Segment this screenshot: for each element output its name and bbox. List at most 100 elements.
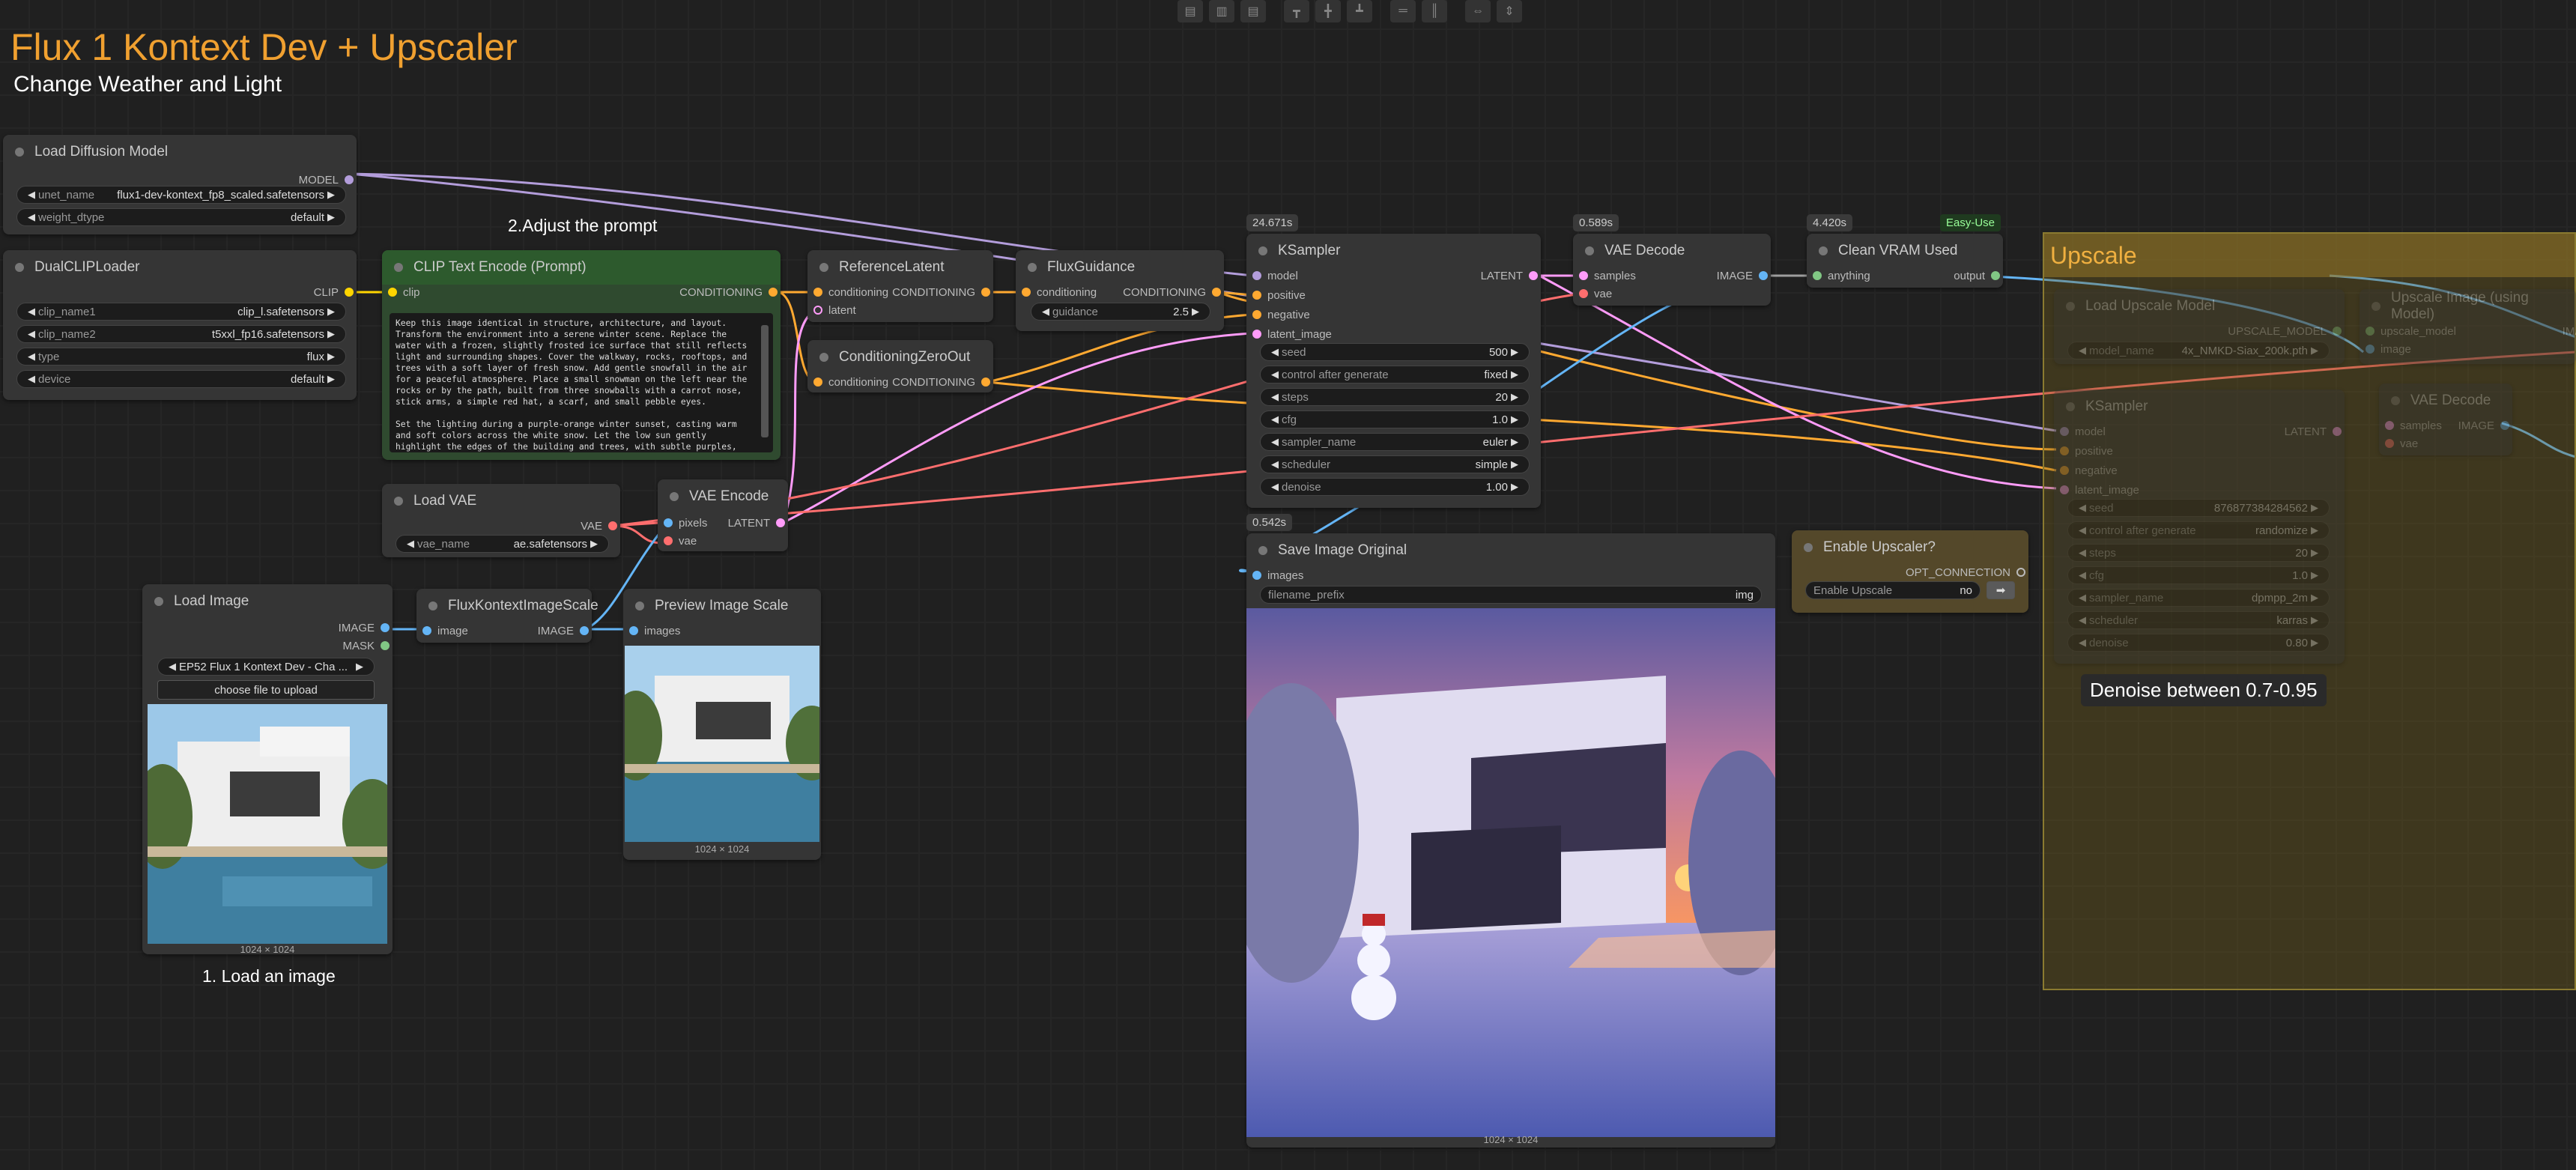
widget-steps[interactable]: ◀ steps 20 ▶ xyxy=(2067,544,2330,562)
collapse-dot-icon[interactable] xyxy=(1258,546,1267,555)
node-ksampler[interactable]: KSampler model positive negative latent_… xyxy=(1246,234,1541,508)
node-enable-upscaler[interactable]: Enable Upscaler? OPT_CONNECTION Enable U… xyxy=(1792,530,2028,613)
input-conditioning[interactable]: conditioning xyxy=(813,375,888,390)
input-image[interactable]: image xyxy=(422,623,468,638)
arrow-right-icon[interactable]: ▶ xyxy=(1508,458,1521,470)
arrow-left-icon[interactable]: ◀ xyxy=(2076,614,2089,626)
collapse-dot-icon[interactable] xyxy=(819,263,828,272)
arrow-right-icon[interactable]: ▶ xyxy=(2308,547,2321,559)
collapse-dot-icon[interactable] xyxy=(15,263,24,272)
arrow-left-icon[interactable]: ◀ xyxy=(404,538,417,550)
widget-clip-name1[interactable]: ◀ clip_name1 clip_l.safetensors ▶ xyxy=(16,303,346,321)
collapse-dot-icon[interactable] xyxy=(394,497,403,506)
output-image[interactable]: IMAGE xyxy=(1717,268,1768,283)
widget-steps[interactable]: ◀ steps 20 ▶ xyxy=(1260,388,1530,406)
node-upscale-vae-decode[interactable]: VAE Decode samples vae IMAGE xyxy=(2379,384,2512,455)
widget-denoise[interactable]: ◀ denoise 1.00 ▶ xyxy=(1260,478,1530,496)
collapse-dot-icon[interactable] xyxy=(15,148,24,157)
input-samples[interactable]: samples xyxy=(2385,418,2442,433)
output-conditioning[interactable]: CONDITIONING xyxy=(1123,285,1221,300)
node-upscale-ksampler[interactable]: KSampler model positive negative latent_… xyxy=(2054,390,2345,664)
input-negative[interactable]: negative xyxy=(2060,463,2118,478)
arrow-left-icon[interactable]: ◀ xyxy=(2076,569,2089,581)
collapse-dot-icon[interactable] xyxy=(1819,246,1828,255)
output-latent[interactable]: LATENT xyxy=(1481,268,1538,283)
arrow-left-icon[interactable]: ◀ xyxy=(25,328,38,340)
input-negative[interactable]: negative xyxy=(1252,307,1310,322)
node-flux-kontext-image-scale[interactable]: FluxKontextImageScale image IMAGE xyxy=(416,589,598,643)
widget-model-name[interactable]: ◀ model_name 4x_NMKD-Siax_200k.pth ▶ xyxy=(2067,342,2330,360)
widget-scheduler[interactable]: ◀ scheduler karras ▶ xyxy=(2067,611,2330,629)
output-image[interactable]: IMAGE xyxy=(538,623,589,638)
arrow-right-icon[interactable]: ▶ xyxy=(324,189,338,201)
widget-denoise[interactable]: ◀ denoise 0.80 ▶ xyxy=(2067,634,2330,652)
arrow-right-icon[interactable]: ▶ xyxy=(324,351,338,363)
arrow-right-icon[interactable]: ➡ xyxy=(1986,581,2015,599)
widget-vae-name[interactable]: ◀ vae_name ae.safetensors ▶ xyxy=(396,535,609,553)
widget-clip-name2[interactable]: ◀ clip_name2 t5xxl_fp16.safetensors ▶ xyxy=(16,325,346,343)
arrow-right-icon[interactable]: ▶ xyxy=(2308,614,2321,626)
arrow-left-icon[interactable]: ◀ xyxy=(1268,436,1282,448)
widget-unet-name[interactable]: ◀ unet_name flux1-dev-kontext_fp8_scaled.s… xyxy=(16,186,346,204)
widget-control-after-generate[interactable]: ◀ control after generate fixed ▶ xyxy=(1260,366,1530,384)
widget-sampler-name[interactable]: ◀ sampler_name euler ▶ xyxy=(1260,433,1530,451)
input-images[interactable]: images xyxy=(1252,568,1303,583)
input-upscale-model[interactable]: upscale_model xyxy=(2366,324,2456,339)
output-latent[interactable]: LATENT xyxy=(2285,424,2342,439)
arrow-left-icon[interactable]: ◀ xyxy=(1268,458,1282,470)
input-pixels[interactable]: pixels xyxy=(664,515,707,530)
arrow-right-icon[interactable]: ▶ xyxy=(1189,306,1202,318)
widget-guidance[interactable]: ◀ guidance 2.5 ▶ xyxy=(1031,303,1210,321)
collapse-dot-icon[interactable] xyxy=(154,597,163,606)
arrow-right-icon[interactable]: ▶ xyxy=(2308,637,2321,649)
collapse-dot-icon[interactable] xyxy=(1028,263,1037,272)
widget-sampler-name[interactable]: ◀ sampler_name dpmpp_2m ▶ xyxy=(2067,589,2330,607)
stretch-v-icon[interactable]: ⇕ xyxy=(1497,0,1522,22)
arrow-left-icon[interactable]: ◀ xyxy=(1268,481,1282,493)
node-save-image-original[interactable]: Save Image Original images filename_pref… xyxy=(1246,533,1775,1148)
collapse-dot-icon[interactable] xyxy=(670,492,679,501)
input-samples[interactable]: samples xyxy=(1579,268,1636,283)
arrow-left-icon[interactable]: ◀ xyxy=(1268,346,1282,358)
arrow-right-icon[interactable]: ▶ xyxy=(2308,524,2321,536)
collapse-dot-icon[interactable] xyxy=(1804,543,1813,552)
node-vae-decode[interactable]: VAE Decode samples vae IMAGE xyxy=(1573,234,1771,306)
arrow-left-icon[interactable]: ◀ xyxy=(1039,306,1052,318)
arrow-right-icon[interactable]: ▶ xyxy=(587,538,601,550)
align-right-icon[interactable]: ▤ xyxy=(1240,0,1266,22)
arrow-left-icon[interactable]: ◀ xyxy=(2076,345,2089,357)
input-positive[interactable]: positive xyxy=(1252,288,1306,303)
input-images[interactable]: images xyxy=(629,623,680,638)
arrow-left-icon[interactable]: ◀ xyxy=(25,189,38,201)
output-image[interactable]: IMAGE xyxy=(2458,418,2509,433)
arrow-right-icon[interactable]: ▶ xyxy=(1508,346,1521,358)
widget-device[interactable]: ◀ device default ▶ xyxy=(16,370,346,388)
input-model[interactable]: model xyxy=(1252,268,1298,283)
stretch-h-icon[interactable]: ⇔ xyxy=(1465,0,1491,22)
arrow-right-icon[interactable]: ▶ xyxy=(1508,413,1521,425)
widget-weight-dtype[interactable]: ◀ weight_dtype default ▶ xyxy=(16,208,346,226)
collapse-dot-icon[interactable] xyxy=(2372,302,2380,311)
widget-cfg[interactable]: ◀ cfg 1.0 ▶ xyxy=(2067,566,2330,584)
widget-scheduler[interactable]: ◀ scheduler simple ▶ xyxy=(1260,455,1530,473)
input-model[interactable]: model xyxy=(2060,424,2106,439)
distribute-h-icon[interactable]: ═ xyxy=(1390,0,1416,22)
arrow-right-icon[interactable]: ▶ xyxy=(324,328,338,340)
widget-type[interactable]: ◀ type flux ▶ xyxy=(16,348,346,366)
collapse-dot-icon[interactable] xyxy=(428,601,437,610)
arrow-left-icon[interactable]: ◀ xyxy=(2076,592,2089,604)
arrow-left-icon[interactable]: ◀ xyxy=(2076,547,2089,559)
widget-seed[interactable]: ◀ seed 500 ▶ xyxy=(1260,343,1530,361)
node-clean-vram[interactable]: Clean VRAM Used anything output xyxy=(1807,234,2003,288)
collapse-dot-icon[interactable] xyxy=(394,263,403,272)
align-middle-icon[interactable]: ╋ xyxy=(1315,0,1341,22)
input-clip[interactable]: clip xyxy=(388,285,420,300)
widget-control-after-generate[interactable]: ◀ control after generate randomize ▶ xyxy=(2067,521,2330,539)
arrow-right-icon[interactable]: ▶ xyxy=(324,211,338,223)
node-load-image[interactable]: Load Image IMAGE MASK ◀ EP52 Flux 1 Konte… xyxy=(142,584,393,955)
widget-cfg[interactable]: ◀ cfg 1.0 ▶ xyxy=(1260,410,1530,428)
align-left-icon[interactable]: ▤ xyxy=(1178,0,1203,22)
collapse-dot-icon[interactable] xyxy=(1585,246,1594,255)
arrow-right-icon[interactable]: ▶ xyxy=(2308,502,2321,514)
input-vae[interactable]: vae xyxy=(664,533,697,548)
